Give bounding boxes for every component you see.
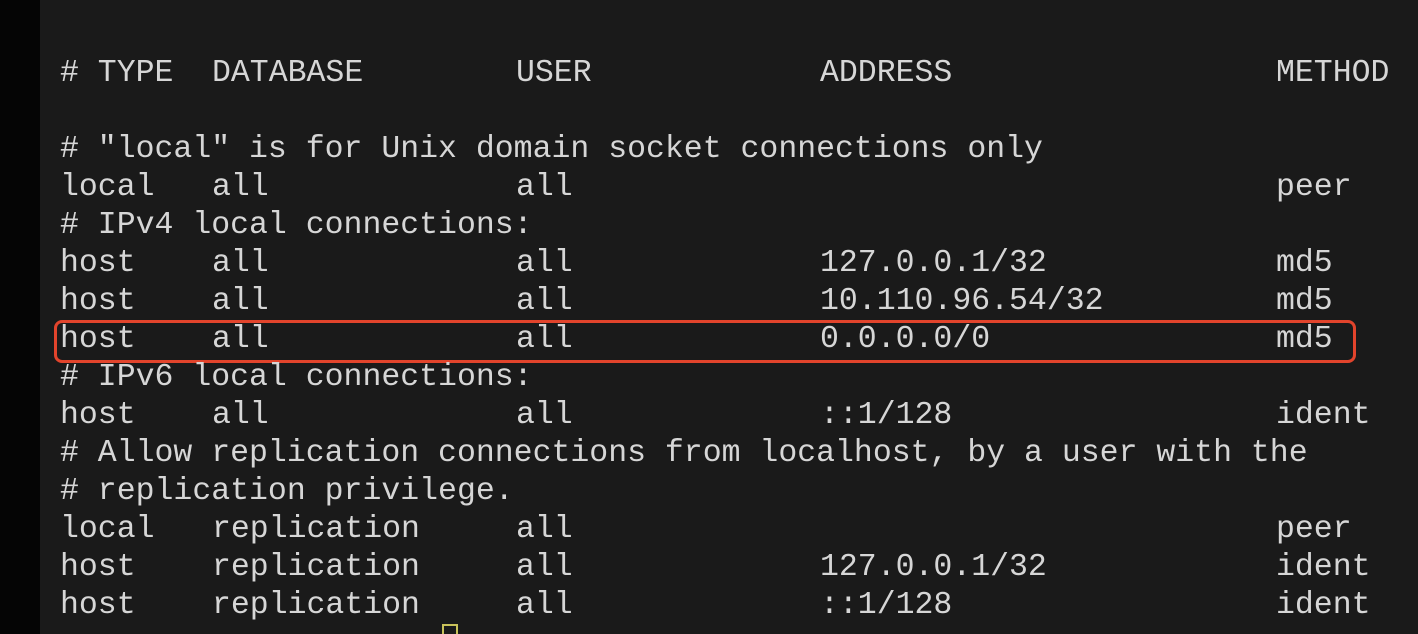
header-database: DATABASE xyxy=(212,56,364,91)
cell-database: replication xyxy=(212,588,420,623)
cell-database: replication xyxy=(212,512,420,547)
table-row: host all all ::1/128 ident xyxy=(40,397,1418,435)
cell-type: host xyxy=(60,550,136,585)
terminal-window[interactable]: # TYPE DATABASE USER ADDRESS METHOD # "l… xyxy=(40,0,1418,634)
highlight-box xyxy=(54,320,1356,363)
cell-method: ident xyxy=(1276,398,1371,433)
cell-user: all xyxy=(516,246,573,281)
cell-address: 10.110.96.54/32 xyxy=(820,284,1104,319)
cell-database: all xyxy=(212,398,269,433)
table-row: local replication all peer xyxy=(40,511,1418,549)
comment-line: # IPv6 local connections: xyxy=(40,359,1418,397)
column-header-row: # TYPE DATABASE USER ADDRESS METHOD xyxy=(40,55,1418,93)
comment-line: # IPv4 local connections: xyxy=(40,207,1418,245)
cell-method: ident xyxy=(1276,550,1371,585)
comment-line: # replication privilege. xyxy=(40,473,1418,511)
cell-user: all xyxy=(516,512,573,547)
cell-method: peer xyxy=(1276,170,1352,205)
comment-line: # "local" is for Unix domain socket conn… xyxy=(40,131,1418,169)
comment-ipv6: # IPv6 local connections: xyxy=(60,360,533,395)
header-user: USER xyxy=(516,56,592,91)
cell-type: local xyxy=(60,512,155,547)
cell-method: peer xyxy=(1276,512,1352,547)
cell-user: all xyxy=(516,588,573,623)
cell-method: md5 xyxy=(1276,246,1333,281)
table-row: host all all 127.0.0.1/32 md5 xyxy=(40,245,1418,283)
cell-user: all xyxy=(516,398,573,433)
screen: # TYPE DATABASE USER ADDRESS METHOD # "l… xyxy=(0,0,1418,634)
cell-database: all xyxy=(212,170,269,205)
cell-type: local xyxy=(60,170,155,205)
comment-ipv4: # IPv4 local connections: xyxy=(60,208,533,243)
cell-user: all xyxy=(516,284,573,319)
table-row: host all all 10.110.96.54/32 md5 xyxy=(40,283,1418,321)
table-row: host replication all 127.0.0.1/32 ident xyxy=(40,549,1418,587)
cell-database: all xyxy=(212,284,269,319)
cell-address: ::1/128 xyxy=(820,398,953,433)
cell-type: host xyxy=(60,398,136,433)
cell-address: 127.0.0.1/32 xyxy=(820,550,1047,585)
window-edge xyxy=(0,0,40,634)
table-row: local all all peer xyxy=(40,169,1418,207)
comment-local-unix: # "local" is for Unix domain socket conn… xyxy=(60,132,1043,167)
header-method: METHOD xyxy=(1276,56,1390,91)
cell-database: all xyxy=(212,246,269,281)
cell-address: 127.0.0.1/32 xyxy=(820,246,1047,281)
cell-method: ident xyxy=(1276,588,1371,623)
cell-address: ::1/128 xyxy=(820,588,953,623)
text-cursor xyxy=(442,624,458,634)
cell-type: host xyxy=(60,284,136,319)
table-row: host replication all ::1/128 ident xyxy=(40,587,1418,625)
cell-method: md5 xyxy=(1276,284,1333,319)
cell-user: all xyxy=(516,170,573,205)
header-type: # TYPE xyxy=(60,56,174,91)
header-address: ADDRESS xyxy=(820,56,953,91)
comment-replication-2: # replication privilege. xyxy=(60,474,514,509)
cell-database: replication xyxy=(212,550,420,585)
comment-line: # Allow replication connections from loc… xyxy=(40,435,1418,473)
comment-replication-1: # Allow replication connections from loc… xyxy=(60,436,1308,471)
cell-user: all xyxy=(516,550,573,585)
cell-type: host xyxy=(60,588,136,623)
cell-type: host xyxy=(60,246,136,281)
